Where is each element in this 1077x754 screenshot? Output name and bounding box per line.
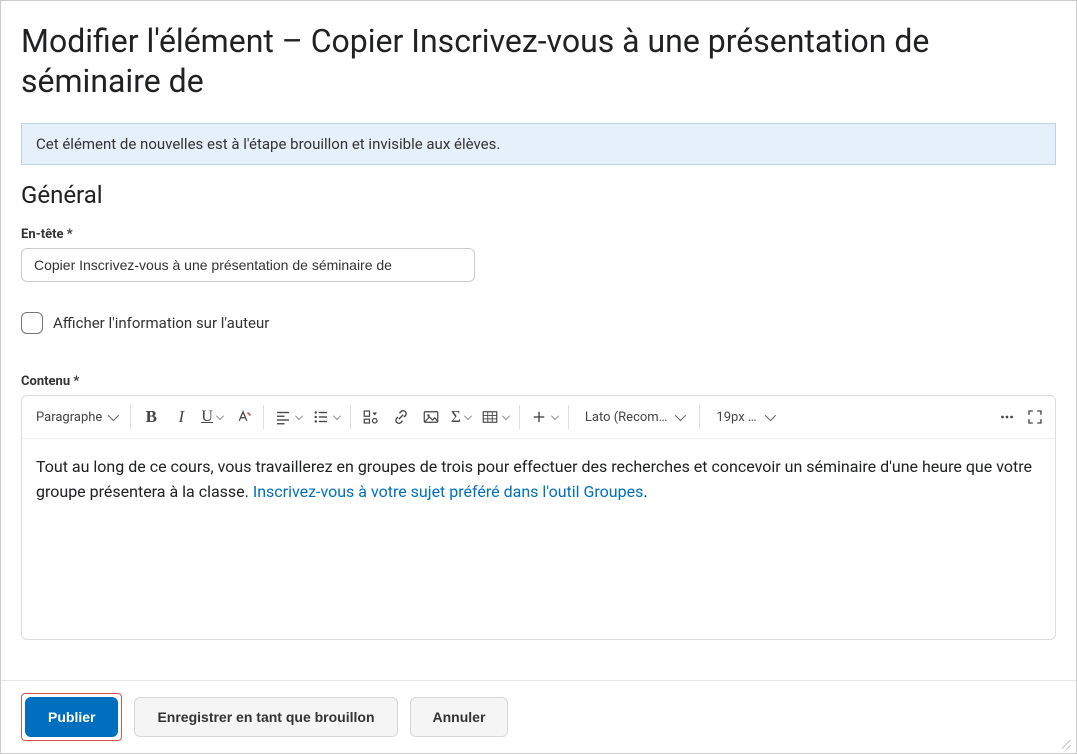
separator <box>263 405 264 429</box>
underline-button[interactable]: U <box>197 402 227 432</box>
rich-text-editor: Paragraphe B I U <box>21 395 1056 640</box>
content-label: Contenu * <box>21 374 1056 389</box>
cancel-button[interactable]: Annuler <box>410 697 509 737</box>
italic-button[interactable]: I <box>167 402 195 432</box>
separator <box>350 405 351 429</box>
header-label: En-tête * <box>21 227 1056 242</box>
content-link[interactable]: Inscrivez-vous à votre sujet préféré dan… <box>253 482 644 501</box>
editor-toolbar: Paragraphe B I U <box>22 396 1055 439</box>
align-left-icon <box>274 408 292 426</box>
publish-highlight-box: Publier <box>21 693 122 741</box>
footer-action-bar: Publier Enregistrer en tant que brouillo… <box>1 680 1076 753</box>
ellipsis-icon <box>998 408 1016 426</box>
insert-link-button[interactable] <box>387 402 415 432</box>
align-button[interactable] <box>270 402 306 432</box>
fullscreen-button[interactable] <box>1021 402 1049 432</box>
section-general-title: Général <box>21 181 1056 209</box>
italic-icon: I <box>178 407 184 427</box>
content-text-tail: . <box>643 482 647 501</box>
publish-button[interactable]: Publier <box>25 697 118 737</box>
table-button[interactable] <box>477 402 513 432</box>
resize-handle-icon[interactable] <box>1058 735 1074 751</box>
separator <box>130 405 131 429</box>
separator <box>519 405 520 429</box>
chevron-down-icon <box>333 412 341 420</box>
editor-body[interactable]: Tout au long de ce cours, vous travaille… <box>22 439 1055 639</box>
more-actions-button[interactable] <box>993 402 1021 432</box>
chevron-down-icon <box>551 412 559 420</box>
font-family-label: Lato (Recom… <box>585 410 668 425</box>
page-frame: Modifier l'élément – Copier Inscrivez-vo… <box>0 0 1077 754</box>
table-icon <box>481 408 499 426</box>
underline-icon: U <box>201 408 213 426</box>
font-size-dropdown[interactable]: 19px … <box>706 402 782 432</box>
insert-more-button[interactable] <box>526 402 562 432</box>
author-info-checkbox[interactable] <box>21 312 43 334</box>
header-input[interactable] <box>21 248 475 282</box>
fullscreen-icon <box>1026 408 1044 426</box>
separator <box>699 405 700 429</box>
insert-stuff-button[interactable] <box>357 402 385 432</box>
chevron-down-icon <box>464 412 472 420</box>
paragraph-style-dropdown[interactable]: Paragraphe <box>28 402 124 432</box>
plus-icon <box>530 408 548 426</box>
text-color-button[interactable] <box>229 402 257 432</box>
chevron-down-icon <box>108 410 119 421</box>
link-icon <box>392 408 410 426</box>
paragraph-style-label: Paragraphe <box>36 410 102 425</box>
author-info-label: Afficher l'information sur l'auteur <box>53 314 269 332</box>
chevron-down-icon <box>764 410 775 421</box>
page-title: Modifier l'élément – Copier Inscrivez-vo… <box>21 21 1056 101</box>
text-color-icon <box>234 408 252 426</box>
list-button[interactable] <box>308 402 344 432</box>
insert-stuff-icon <box>362 408 380 426</box>
insert-image-button[interactable] <box>417 402 445 432</box>
save-draft-button[interactable]: Enregistrer en tant que brouillon <box>134 697 397 737</box>
chevron-down-icon <box>675 410 686 421</box>
font-size-label: 19px … <box>716 410 756 425</box>
font-family-dropdown[interactable]: Lato (Recom… <box>575 402 694 432</box>
equation-button[interactable]: Σ <box>447 402 475 432</box>
sigma-icon: Σ <box>451 407 461 427</box>
list-icon <box>312 408 330 426</box>
image-icon <box>422 408 440 426</box>
chevron-down-icon <box>502 412 510 420</box>
bold-icon: B <box>146 407 157 427</box>
chevron-down-icon <box>216 412 224 420</box>
bold-button[interactable]: B <box>137 402 165 432</box>
chevron-down-icon <box>295 412 303 420</box>
separator <box>568 405 569 429</box>
draft-info-banner: Cet élément de nouvelles est à l'étape b… <box>21 123 1056 165</box>
